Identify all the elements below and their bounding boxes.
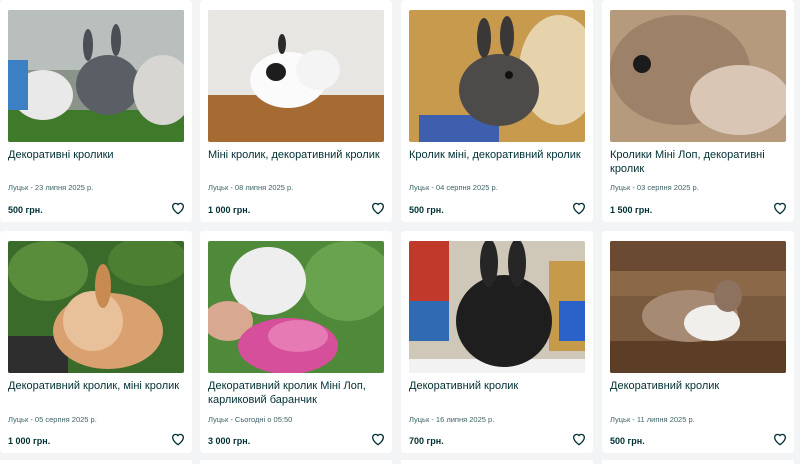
listing-card[interactable]: Декоративний кролик, міні кролик Луцьк -… bbox=[0, 231, 192, 453]
listing-meta: Луцьк - Сьогодні о 05:50 bbox=[208, 415, 293, 424]
listing-meta: Луцьк - 05 серпня 2025 р. bbox=[8, 415, 97, 424]
next-row-card-edge bbox=[602, 460, 794, 464]
listing-meta: Луцьк - 16 липня 2025 р. bbox=[409, 415, 495, 424]
listing-title[interactable]: Кролики Міні Лоп, декоративні кролик bbox=[610, 148, 788, 176]
listing-price: 3 000 грн. bbox=[208, 436, 251, 446]
listing-card[interactable]: Декоративний кролик Луцьк - 11 липня 202… bbox=[602, 231, 794, 453]
listing-photo[interactable] bbox=[610, 10, 786, 142]
heart-outline-icon[interactable] bbox=[370, 431, 386, 447]
listing-photo[interactable] bbox=[8, 241, 184, 373]
listing-location: Луцьк bbox=[409, 415, 430, 424]
listing-meta: Луцьк - 04 серпня 2025 р. bbox=[409, 183, 498, 192]
listing-photo[interactable] bbox=[208, 10, 384, 142]
listing-date: 05 серпня 2025 р. bbox=[34, 415, 97, 424]
listing-date: Сьогодні о 05:50 bbox=[234, 415, 293, 424]
listing-meta: Луцьк - 08 липня 2025 р. bbox=[208, 183, 294, 192]
listing-price: 1 000 грн. bbox=[208, 205, 251, 215]
listing-location: Луцьк bbox=[409, 183, 430, 192]
listing-location: Луцьк bbox=[208, 415, 229, 424]
next-row-card-edge bbox=[200, 460, 392, 464]
listing-date: 08 липня 2025 р. bbox=[234, 183, 294, 192]
next-row-card-edge bbox=[401, 460, 593, 464]
listing-title[interactable]: Кролик міні, декоративний кролик bbox=[409, 148, 587, 162]
listing-photo[interactable] bbox=[409, 241, 585, 373]
listing-title[interactable]: Декоративний кролик bbox=[409, 379, 587, 393]
listing-date: 03 серпня 2025 р. bbox=[636, 183, 699, 192]
listing-meta: Луцьк - 11 липня 2025 р. bbox=[610, 415, 695, 424]
heart-outline-icon[interactable] bbox=[772, 200, 788, 216]
listings-grid: Декоративні кролики Луцьк - 23 липня 202… bbox=[0, 0, 800, 464]
listing-card[interactable]: Міні кролик, декоративний кролик Луцьк -… bbox=[200, 0, 392, 222]
listing-photo[interactable] bbox=[208, 241, 384, 373]
listing-title[interactable]: Декоративні кролики bbox=[8, 148, 186, 162]
listing-location: Луцьк bbox=[610, 415, 631, 424]
listing-title[interactable]: Декоративний кролик bbox=[610, 379, 788, 393]
listing-location: Луцьк bbox=[8, 183, 29, 192]
listing-title[interactable]: Декоративний кролик, міні кролик bbox=[8, 379, 186, 393]
listing-price: 500 грн. bbox=[409, 205, 444, 215]
listing-title[interactable]: Міні кролик, декоративний кролик bbox=[208, 148, 386, 162]
listing-photo[interactable] bbox=[610, 241, 786, 373]
listing-price: 1 000 грн. bbox=[8, 436, 51, 446]
listing-meta: Луцьк - 03 серпня 2025 р. bbox=[610, 183, 699, 192]
listing-date: 04 серпня 2025 р. bbox=[435, 183, 498, 192]
heart-outline-icon[interactable] bbox=[571, 200, 587, 216]
listing-meta: Луцьк - 23 липня 2025 р. bbox=[8, 183, 94, 192]
listing-location: Луцьк bbox=[610, 183, 631, 192]
listing-price: 1 500 грн. bbox=[610, 205, 653, 215]
listing-date: 23 липня 2025 р. bbox=[34, 183, 94, 192]
heart-outline-icon[interactable] bbox=[772, 431, 788, 447]
listing-date: 11 липня 2025 р. bbox=[636, 415, 695, 424]
heart-outline-icon[interactable] bbox=[571, 431, 587, 447]
listing-title[interactable]: Декоративний кролик Міні Лоп, карликовий… bbox=[208, 379, 386, 407]
heart-outline-icon[interactable] bbox=[170, 200, 186, 216]
next-row-card-edge bbox=[0, 460, 192, 464]
listing-price: 700 грн. bbox=[409, 436, 444, 446]
listing-location: Луцьк bbox=[208, 183, 229, 192]
listing-photo[interactable] bbox=[8, 10, 184, 142]
listing-card[interactable]: Декоративний кролик Міні Лоп, карликовий… bbox=[200, 231, 392, 453]
listing-card[interactable]: Декоративний кролик Луцьк - 16 липня 202… bbox=[401, 231, 593, 453]
listing-price: 500 грн. bbox=[8, 205, 43, 215]
listing-location: Луцьк bbox=[8, 415, 29, 424]
listing-photo[interactable] bbox=[409, 10, 585, 142]
listing-price: 500 грн. bbox=[610, 436, 645, 446]
listing-card[interactable]: Декоративні кролики Луцьк - 23 липня 202… bbox=[0, 0, 192, 222]
heart-outline-icon[interactable] bbox=[370, 200, 386, 216]
heart-outline-icon[interactable] bbox=[170, 431, 186, 447]
listing-card[interactable]: Кролики Міні Лоп, декоративні кролик Луц… bbox=[602, 0, 794, 222]
listing-card[interactable]: Кролик міні, декоративний кролик Луцьк -… bbox=[401, 0, 593, 222]
listing-date: 16 липня 2025 р. bbox=[435, 415, 495, 424]
